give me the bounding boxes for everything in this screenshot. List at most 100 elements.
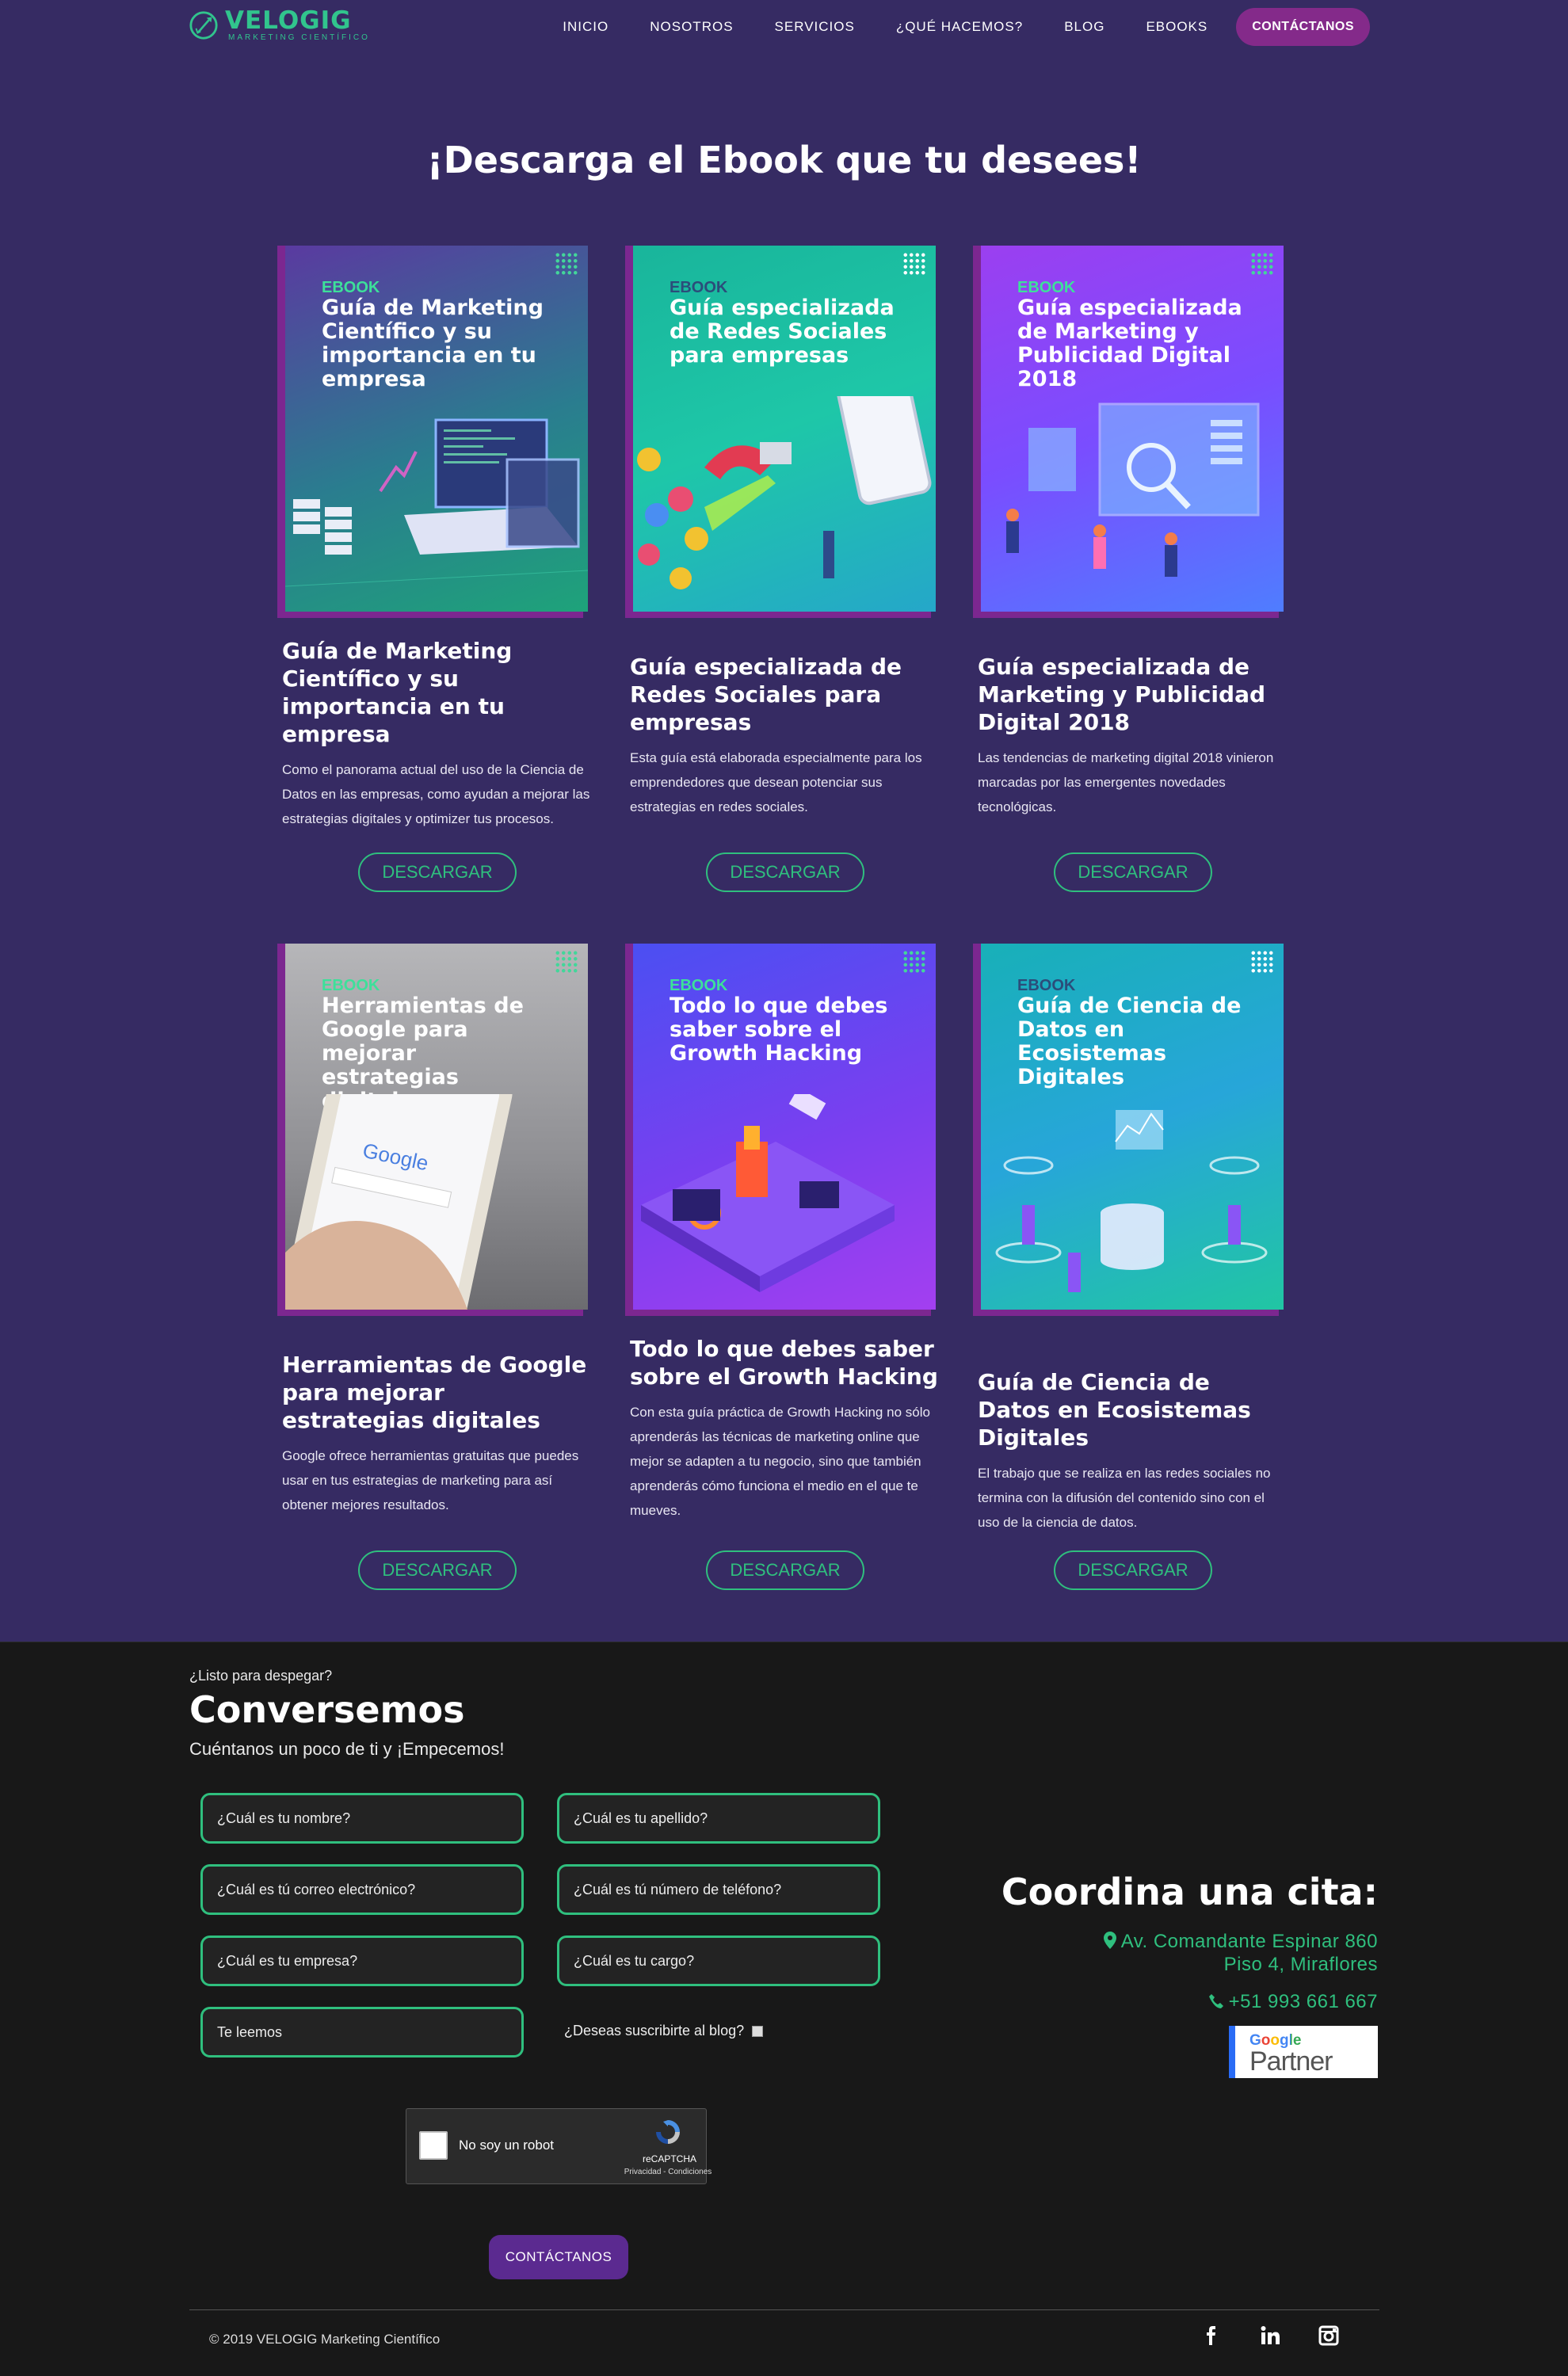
ebook-description: Las tendencias de marketing digital 2018… <box>978 750 1274 814</box>
page-title: ¡Descarga el Ebook que tu desees! <box>426 139 1142 181</box>
address-line-1: Av. Comandante Espinar 860 <box>1103 1931 1378 1953</box>
ebook-cover[interactable]: EBOOK Guía especializada de Redes Social… <box>625 246 939 618</box>
linkedin-icon[interactable] <box>1258 2324 1282 2347</box>
recaptcha-legal-links[interactable]: Privacidad - Condiciones <box>605 2168 731 2176</box>
recaptcha-brand: reCAPTCHA <box>642 2153 696 2164</box>
ebook-card: EBOOK Todo lo que debes saber sobre el G… <box>625 944 947 1590</box>
ebook-title: Guía especializada de Redes Sociales par… <box>630 654 902 735</box>
instagram-icon[interactable] <box>1317 2324 1341 2347</box>
dots-decoration <box>555 252 578 276</box>
subscribe-checkbox-row[interactable]: ¿Deseas suscribirte al blog? <box>564 2023 764 2039</box>
top-nav: VELOGIG MARKETING CIENTÍFICO INICIO NOSO… <box>0 0 1568 52</box>
cover-title: Guía especializada de Marketing y Public… <box>1017 296 1242 391</box>
contact-kicker: ¿Listo para despegar? <box>189 1668 333 1684</box>
facebook-icon[interactable] <box>1200 2324 1223 2347</box>
menu-item-que-hacemos[interactable]: ¿QUÉ HACEMOS? <box>896 6 1023 48</box>
dots-decoration <box>1250 950 1274 974</box>
recaptcha-icon <box>656 2120 680 2144</box>
recaptcha-widget: No soy un robot reCAPTCHA Privacidad - C… <box>406 2108 712 2184</box>
menu-item-blog[interactable]: BLOG <box>1064 6 1104 48</box>
download-button[interactable]: DESCARGAR <box>706 1550 864 1590</box>
ebook-description: Esta guía está elaborada especialmente p… <box>630 750 922 814</box>
phone-icon <box>1208 1994 1223 2008</box>
cover-tag: EBOOK <box>670 279 728 296</box>
data-science-illustration <box>995 1110 1268 1292</box>
menu-item-nosotros[interactable]: NOSOTROS <box>650 6 733 48</box>
submit-contact-button[interactable]: CONTÁCTANOS <box>489 2235 628 2279</box>
ebook-description: Con esta guía práctica de Growth Hacking… <box>630 1405 930 1518</box>
last-name-field[interactable] <box>557 1793 880 1844</box>
cover-tag: EBOOK <box>322 279 380 296</box>
cover-image: EBOOK Guía de Marketing Científico y su … <box>285 246 588 612</box>
cover-tag: EBOOK <box>322 977 380 994</box>
ebook-cover[interactable]: EBOOK Guía especializada de Marketing y … <box>973 246 1287 618</box>
cover-title: Todo lo que debes saber sobre el Growth … <box>670 993 888 1066</box>
rocket-logo-icon <box>189 10 218 40</box>
dots-decoration <box>555 950 578 974</box>
dots-decoration <box>902 252 926 276</box>
map-pin-icon <box>1103 1932 1116 1949</box>
phone-field[interactable] <box>557 1864 880 1915</box>
dots-decoration <box>1250 252 1274 276</box>
email-field[interactable] <box>200 1864 524 1915</box>
ebook-card: EBOOK Herramientas de Google para mejora… <box>277 944 599 1590</box>
ebook-title: Guía de Ciencia de Datos en Ecosistemas … <box>978 1369 1251 1451</box>
menu-item-servicios[interactable]: SERVICIOS <box>775 6 855 48</box>
download-button[interactable]: DESCARGAR <box>706 852 864 892</box>
cover-title: Guía especializada de Redes Sociales par… <box>670 296 895 368</box>
cover-image: EBOOK Guía especializada de Marketing y … <box>981 246 1284 612</box>
dots-decoration <box>902 950 926 974</box>
contact-cta-button[interactable]: CONTÁCTANOS <box>1236 8 1370 46</box>
phone-line[interactable]: +51 993 661 667 <box>1208 1991 1378 2013</box>
ebook-title: Guía de Marketing Científico y su import… <box>282 638 513 747</box>
menu-item-ebooks[interactable]: EBOOKS <box>1146 6 1207 48</box>
company-field[interactable] <box>200 1936 524 1986</box>
ebook-cover[interactable]: EBOOK Herramientas de Google para mejora… <box>277 944 591 1316</box>
growth-hacking-illustration <box>641 1094 895 1292</box>
ebook-description: El trabajo que se realiza en las redes s… <box>978 1466 1271 1530</box>
recaptcha-checkbox[interactable] <box>419 2131 448 2160</box>
menu-item-inicio[interactable]: INICIO <box>563 6 609 48</box>
logo[interactable]: VELOGIG MARKETING CIENTÍFICO <box>189 8 370 42</box>
download-button[interactable]: DESCARGAR <box>358 852 517 892</box>
cover-image: EBOOK Todo lo que debes saber sobre el G… <box>633 944 936 1310</box>
phone-google-illustration: Google <box>285 1094 513 1310</box>
first-name-field[interactable] <box>200 1793 524 1844</box>
ebook-cover[interactable]: EBOOK Guía de Marketing Científico y su … <box>277 246 591 618</box>
download-button[interactable]: DESCARGAR <box>1054 1550 1212 1590</box>
ebook-title: Guía especializada de Marketing y Public… <box>978 654 1266 735</box>
cover-tag: EBOOK <box>1017 279 1076 296</box>
cover-image: EBOOK Guía de Ciencia de Datos en Ecosis… <box>981 944 1284 1310</box>
partner-label: Partner <box>1249 2046 1333 2077</box>
ebook-card: EBOOK Guía especializada de Marketing y … <box>973 246 1295 892</box>
ebook-card: EBOOK Guía de Marketing Científico y su … <box>277 246 599 892</box>
copyright: © 2019 VELOGIG Marketing Científico <box>209 2332 441 2347</box>
contact-section: ¿Listo para despegar? Conversemos Cuénta… <box>0 1642 1568 2376</box>
logo-tagline: MARKETING CIENTÍFICO <box>228 33 370 42</box>
contact-subtitle: Cuéntanos un poco de ti y ¡Empecemos! <box>189 1739 505 1759</box>
cover-image: EBOOK Herramientas de Google para mejora… <box>285 944 588 1310</box>
download-button[interactable]: DESCARGAR <box>1054 852 1212 892</box>
subscribe-label: ¿Deseas suscribirte al blog? <box>564 2023 745 2038</box>
ebook-cover[interactable]: EBOOK Guía de Ciencia de Datos en Ecosis… <box>973 944 1287 1316</box>
message-field[interactable] <box>200 2007 524 2058</box>
ebook-cover[interactable]: EBOOK Todo lo que debes saber sobre el G… <box>625 944 939 1316</box>
address-line-2: Piso 4, Miraflores <box>1223 1954 1378 1975</box>
cover-image: EBOOK Guía especializada de Redes Social… <box>633 246 936 612</box>
subscribe-checkbox[interactable] <box>752 2025 764 2037</box>
cover-title: Guía de Ciencia de Datos en Ecosistemas … <box>1017 993 1242 1089</box>
ebook-description: Como el panorama actual del uso de la Ci… <box>282 762 590 826</box>
appointment-title: Coordina una cita: <box>1001 1871 1378 1913</box>
contact-title: Conversemos <box>189 1688 465 1731</box>
recaptcha-label: No soy un robot <box>459 2138 555 2153</box>
phone-number: +51 993 661 667 <box>1228 1991 1378 2012</box>
download-button[interactable]: DESCARGAR <box>358 1550 517 1590</box>
footer-divider <box>189 2309 1379 2310</box>
cover-title: Guía de Marketing Científico y su import… <box>322 296 544 391</box>
ebook-card: EBOOK Guía de Ciencia de Datos en Ecosis… <box>973 944 1295 1590</box>
position-field[interactable] <box>557 1936 880 1986</box>
google-partner-badge[interactable]: Google Partner <box>1229 2026 1378 2078</box>
cover-tag: EBOOK <box>1017 977 1076 994</box>
address-text-1: Av. Comandante Espinar 860 <box>1120 1931 1378 1952</box>
ebook-title: Todo lo que debes saber sobre el Growth … <box>630 1336 938 1390</box>
